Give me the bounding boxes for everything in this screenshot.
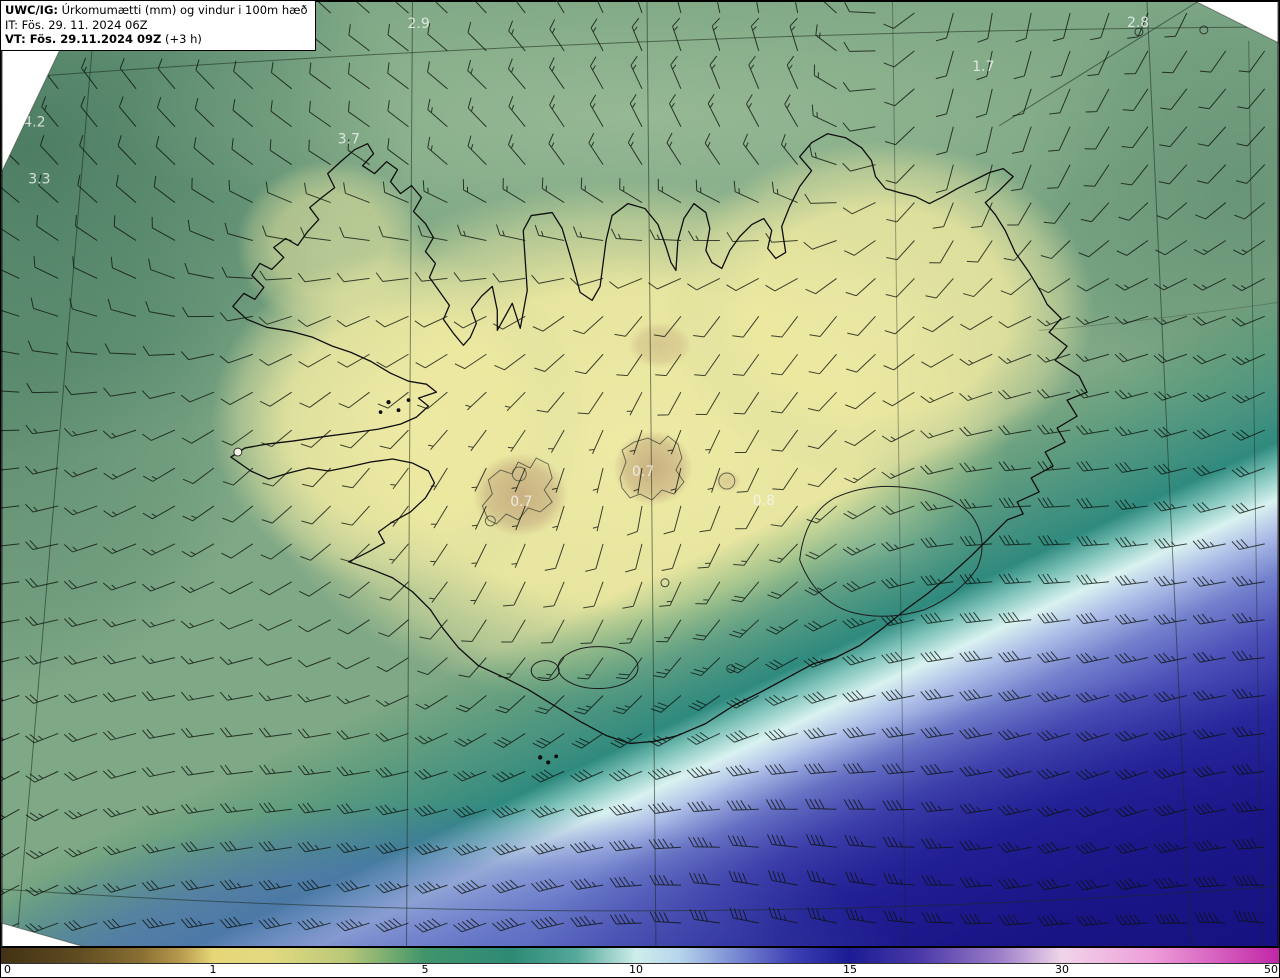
valid-offset: (+3 h) bbox=[164, 32, 202, 47]
colorbar-tick-label: 1 bbox=[209, 963, 217, 976]
svg-text:0.7: 0.7 bbox=[510, 494, 532, 510]
title-line-valid: VT: Fös. 29.11.2024 09Z (+3 h) bbox=[5, 32, 308, 47]
svg-text:1.7: 1.7 bbox=[972, 59, 994, 75]
svg-text:2.8: 2.8 bbox=[1127, 15, 1149, 31]
svg-text:0.8: 0.8 bbox=[753, 493, 775, 509]
colorbar-tick-label: 10 bbox=[629, 963, 643, 976]
svg-text:3.3: 3.3 bbox=[28, 172, 50, 188]
colorbar-gradient bbox=[1, 947, 1279, 964]
svg-text:2.9: 2.9 bbox=[407, 16, 429, 32]
precipitation-colorbar: 0 1 5 10 15 30 50 bbox=[1, 947, 1279, 977]
svg-text:0.7: 0.7 bbox=[632, 464, 654, 480]
colorbar-tick-label: 50 bbox=[1264, 963, 1278, 976]
map-area: 2.9 4.2 3.3 3.7 1.7 2.8 0.7 0.7 0.8 bbox=[1, 1, 1279, 947]
title-line-product: UWC/IG: Úrkomumætti (mm) og vindur i 100… bbox=[5, 3, 308, 18]
colorbar-labels: 0 1 5 10 15 30 50 bbox=[1, 964, 1279, 977]
model-label: UWC/IG: bbox=[5, 3, 58, 17]
svg-text:3.7: 3.7 bbox=[338, 132, 360, 148]
colorbar-tick-label: 0 bbox=[4, 963, 11, 976]
weather-map-page: 2.9 4.2 3.3 3.7 1.7 2.8 0.7 0.7 0.8 UWC/IG: Úrko… bbox=[0, 0, 1280, 978]
colorbar-tick-label: 5 bbox=[421, 963, 429, 976]
colorbar-tick-label: 30 bbox=[1055, 963, 1069, 976]
valid-time: VT: Fös. 29.11.2024 09Z bbox=[5, 32, 162, 47]
product-title: Úrkomumætti (mm) og vindur i 100m hæð bbox=[61, 3, 308, 17]
title-box: UWC/IG: Úrkomumætti (mm) og vindur i 100… bbox=[1, 1, 316, 52]
colorbar-tick-label: 15 bbox=[843, 963, 857, 976]
title-line-init: IT: Fös. 29. 11. 2024 06Z bbox=[5, 17, 148, 32]
map-svg: 2.94.23.33.71.72.80.70.70.8 bbox=[1, 1, 1279, 947]
